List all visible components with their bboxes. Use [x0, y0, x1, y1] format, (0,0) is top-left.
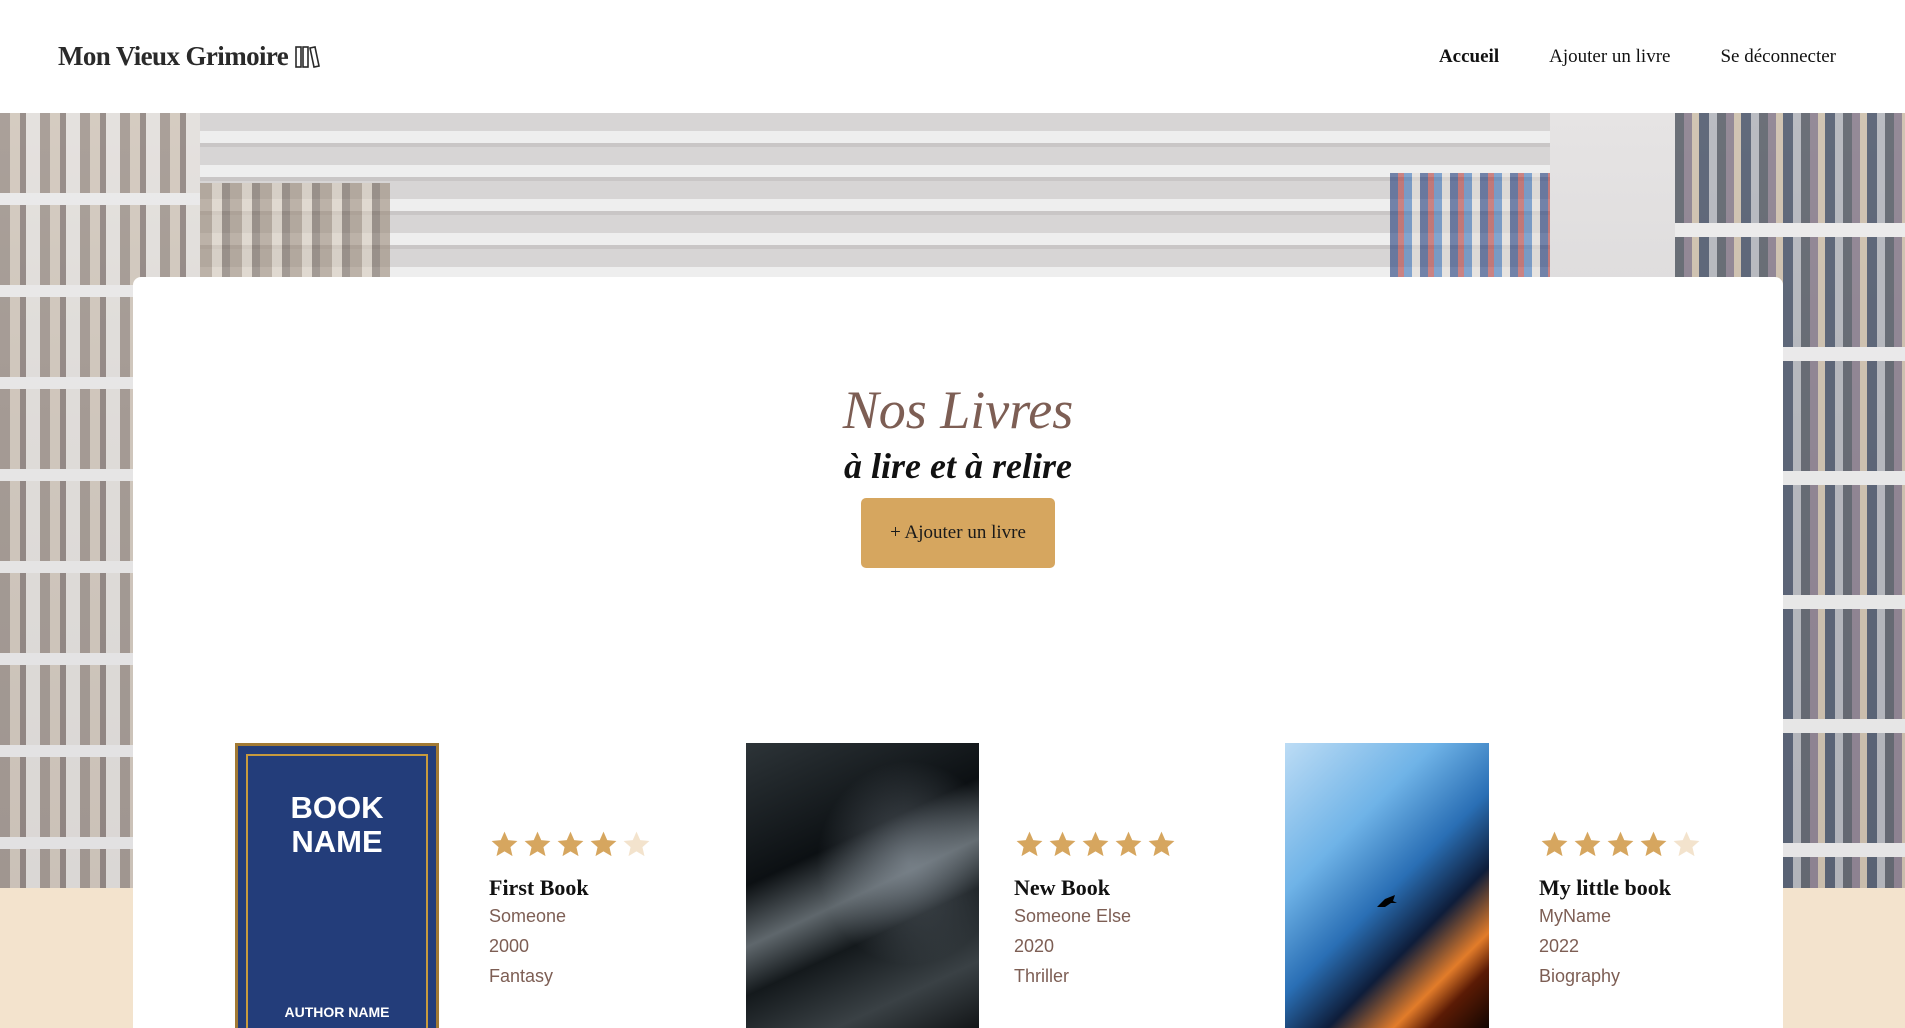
book-cover-image[interactable] [746, 743, 979, 1028]
book-author: Someone Else [1014, 906, 1132, 926]
page-title: Nos Livres [842, 380, 1074, 440]
star-filled-icon [491, 831, 518, 857]
book-title[interactable]: New Book [1014, 875, 1177, 901]
rating-stars [1539, 829, 1702, 861]
star-filled-icon [1049, 831, 1076, 857]
cover-author: AUTHOR NAME [284, 1004, 390, 1020]
book-genre: Biography [1539, 966, 1621, 986]
rating-stars [1014, 829, 1177, 861]
page-subtitle: à lire et à relire [844, 446, 1072, 486]
nav-home[interactable]: Accueil [1439, 46, 1499, 68]
star-filled-icon [590, 831, 617, 857]
nav-logout[interactable]: Se déconnecter [1720, 46, 1836, 68]
star-filled-icon [1082, 831, 1109, 857]
logo-text: Mon Vieux Grimoire [58, 41, 289, 71]
nav-add-book[interactable]: Ajouter un livre [1549, 46, 1670, 68]
book-info: New Book Someone Else 2020 Thriller [1014, 829, 1177, 991]
rating-stars [489, 829, 652, 861]
book-title[interactable]: My little book [1539, 875, 1702, 901]
book-author: Someone [489, 906, 567, 926]
star-empty-icon [623, 831, 650, 857]
bookshelf-center-right [1390, 173, 1550, 293]
book-item[interactable]: BOOK NAME AUTHOR NAME First Book Someone… [235, 743, 650, 1028]
main-nav: Accueil Ajouter un livre Se déconnecter [1439, 46, 1847, 68]
book-item[interactable]: New Book Someone Else 2020 Thriller [746, 743, 1175, 1028]
star-filled-icon [1541, 831, 1568, 857]
star-filled-icon [1148, 831, 1175, 857]
cover-title-line: BOOK [290, 790, 384, 825]
book-cover-image[interactable] [1285, 743, 1489, 1028]
star-filled-icon [1574, 831, 1601, 857]
books-card: Nos Livres à lire et à relire + Ajouter … [133, 277, 1783, 1028]
cover-title: BOOK NAME [238, 791, 436, 859]
book-info: My little book MyName 2022 Biography [1539, 829, 1702, 991]
book-year: 2022 [1539, 936, 1580, 956]
logo[interactable]: Mon Vieux Grimoire [58, 41, 321, 72]
star-filled-icon [1640, 831, 1667, 857]
hero-ceiling [200, 113, 1550, 283]
book-year: 2000 [489, 936, 530, 956]
star-filled-icon [1016, 831, 1043, 857]
book-cover-image[interactable]: BOOK NAME AUTHOR NAME [235, 743, 439, 1028]
cover-title-line: NAME [291, 824, 383, 859]
book-info: First Book Someone 2000 Fantasy [489, 829, 652, 991]
book-genre: Fantasy [489, 966, 554, 986]
star-filled-icon [1115, 831, 1142, 857]
star-empty-icon [1673, 831, 1700, 857]
star-filled-icon [524, 831, 551, 857]
star-filled-icon [1607, 831, 1634, 857]
site-header: Mon Vieux Grimoire Accueil Ajouter un li… [0, 0, 1905, 113]
book-title[interactable]: First Book [489, 875, 652, 901]
add-book-button[interactable]: + Ajouter un livre [861, 498, 1055, 568]
book-year: 2020 [1014, 936, 1055, 956]
book-genre: Thriller [1014, 966, 1070, 986]
space-shuttle-icon [1377, 895, 1397, 907]
book-item[interactable]: My little book MyName 2022 Biography [1285, 743, 1700, 1028]
book-author: MyName [1539, 906, 1612, 926]
star-filled-icon [557, 831, 584, 857]
books-logo-icon [295, 45, 321, 68]
